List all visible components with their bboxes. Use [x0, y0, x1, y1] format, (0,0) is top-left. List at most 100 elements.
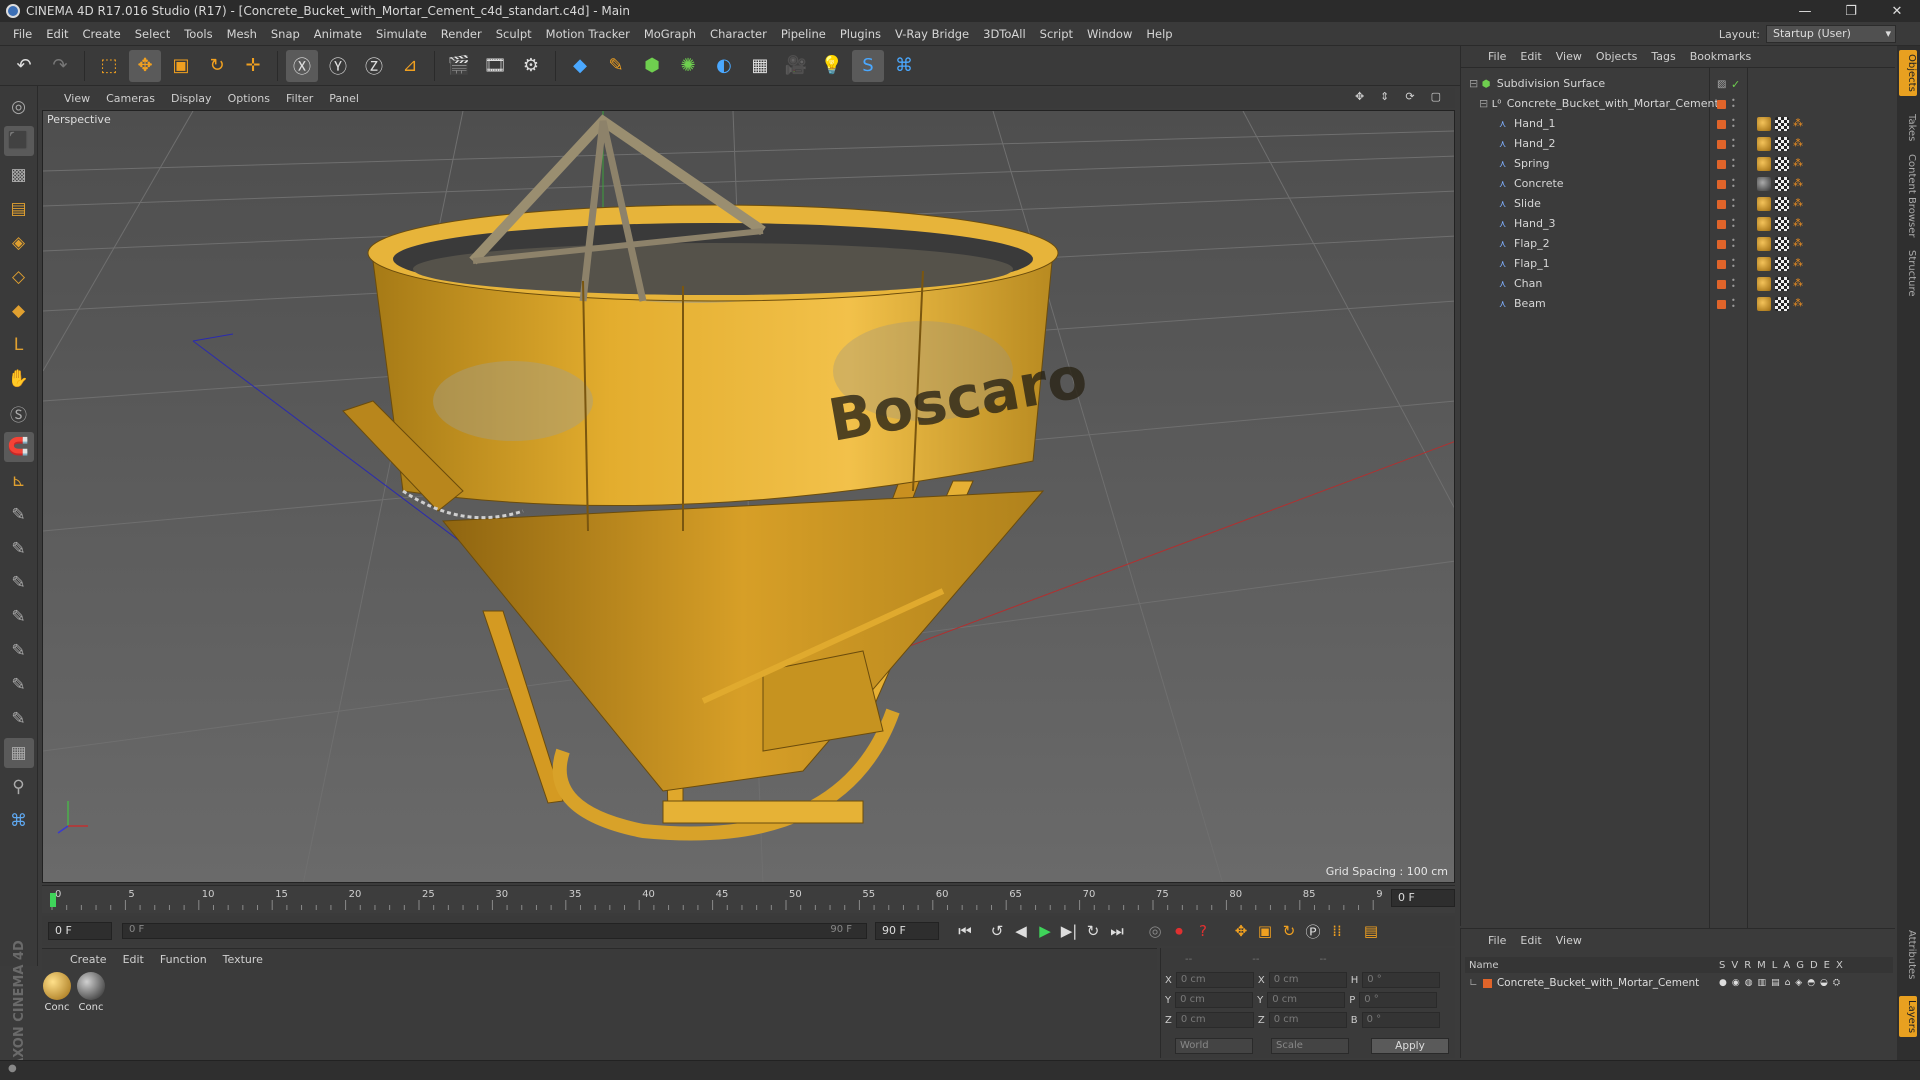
obj-menu-file[interactable]: File: [1481, 50, 1513, 63]
tab-layers[interactable]: Layers: [1899, 996, 1917, 1038]
axis-mode-icon[interactable]: L: [4, 330, 34, 360]
visibility-dots-icon[interactable]: • •: [1731, 277, 1736, 291]
tree-row-child[interactable]: ⋏ Beam • • ⁂: [1465, 294, 1895, 314]
menu-vray-bridge[interactable]: V-Ray Bridge: [888, 27, 976, 41]
material-menu-edit[interactable]: Edit: [115, 953, 152, 966]
material-tag-icon[interactable]: [1757, 217, 1771, 231]
uvw-tag-icon[interactable]: [1775, 257, 1789, 271]
workplane-lock-icon[interactable]: ⊾: [4, 466, 34, 496]
layer-color-icon[interactable]: [1717, 119, 1726, 129]
coordinate-system-icon[interactable]: ⊿: [394, 50, 426, 82]
floor-icon[interactable]: ▦: [744, 50, 776, 82]
record-keys-icon[interactable]: ◎: [1143, 919, 1167, 943]
viewport-menu-panel[interactable]: Panel: [323, 92, 365, 105]
undo-icon[interactable]: ↶: [8, 50, 40, 82]
autokey-icon[interactable]: ⏺: [1167, 919, 1191, 943]
size-z-field[interactable]: 0 cm: [1268, 1012, 1347, 1028]
uvw-tag-icon[interactable]: [1775, 117, 1789, 131]
material-menu-create[interactable]: Create: [62, 953, 115, 966]
uvw-tag-icon[interactable]: [1775, 217, 1789, 231]
y-axis-lock-icon[interactable]: Ⓨ: [322, 50, 354, 82]
layer-color-icon[interactable]: [1717, 219, 1726, 229]
scale-tool-icon[interactable]: ▣: [165, 50, 197, 82]
rotate-tool-icon[interactable]: ↻: [201, 50, 233, 82]
layer-menu-edit[interactable]: Edit: [1513, 934, 1548, 947]
viewport-menu-options[interactable]: Options: [222, 92, 276, 105]
preview-range-slider[interactable]: 0 F 90 F: [122, 923, 867, 939]
visibility-dots-icon[interactable]: • •: [1731, 177, 1736, 191]
viewport-menu-display[interactable]: Display: [165, 92, 218, 105]
obj-menu-bookmarks[interactable]: Bookmarks: [1683, 50, 1758, 63]
key-position-icon[interactable]: ✥: [1229, 919, 1253, 943]
uvw-tag-icon[interactable]: [1775, 277, 1789, 291]
tree-row-group[interactable]: ⊟ L⁰ Concrete_Bucket_with_Mortar_Cement •…: [1465, 94, 1895, 114]
material-tag-icon[interactable]: [1757, 197, 1771, 211]
material-menu-function[interactable]: Function: [152, 953, 215, 966]
render-picture-viewer-icon[interactable]: 🎞: [479, 50, 511, 82]
viewport-menu-filter[interactable]: Filter: [280, 92, 319, 105]
brush-tool-7-icon[interactable]: ✎: [4, 704, 34, 734]
menu-tools[interactable]: Tools: [177, 27, 219, 41]
camera-icon[interactable]: 🎥: [780, 50, 812, 82]
size-y-field[interactable]: 0 cm: [1267, 992, 1346, 1008]
obj-menu-view[interactable]: View: [1549, 50, 1589, 63]
material-tag-icon[interactable]: [1757, 297, 1771, 311]
menu-snap[interactable]: Snap: [264, 27, 307, 41]
visibility-dots-icon[interactable]: • •: [1731, 137, 1736, 151]
deformer-icon[interactable]: ◐: [708, 50, 740, 82]
menu-script[interactable]: Script: [1033, 27, 1080, 41]
brush-tool-4-icon[interactable]: ✎: [4, 602, 34, 632]
sketch-toon-icon[interactable]: S: [852, 49, 884, 82]
position-z-field[interactable]: 0 cm: [1175, 1012, 1254, 1028]
key-rotation-icon[interactable]: ↻: [1277, 919, 1301, 943]
phong-tag-icon[interactable]: ⁂: [1793, 197, 1807, 211]
play-icon[interactable]: ▶: [1033, 919, 1057, 943]
tab-structure[interactable]: Structure: [1899, 246, 1917, 301]
tree-row-child[interactable]: ⋏ Hand_2 • • ⁂: [1465, 134, 1895, 154]
model-mode-icon[interactable]: ⬛: [3, 126, 34, 156]
menu-select[interactable]: Select: [128, 27, 177, 41]
phong-tag-icon[interactable]: ⁂: [1793, 157, 1807, 171]
menu-3dtoall[interactable]: 3DToAll: [976, 27, 1033, 41]
go-to-end-icon[interactable]: ⏭: [1105, 919, 1129, 943]
start-frame-field[interactable]: 0 F: [48, 922, 112, 940]
key-scale-icon[interactable]: ▣: [1253, 919, 1277, 943]
python-script-icon[interactable]: ⌘: [4, 806, 34, 836]
brush-tool-1-icon[interactable]: ✎: [4, 500, 34, 530]
obj-menu-tags[interactable]: Tags: [1644, 50, 1682, 63]
layer-row[interactable]: ∟ Concrete_Bucket_with_Mortar_Cement ●◉◍…: [1465, 975, 1893, 991]
python-icon[interactable]: ⌘: [888, 50, 920, 82]
phong-tag-icon[interactable]: ⁂: [1793, 277, 1807, 291]
menu-mesh[interactable]: Mesh: [220, 27, 264, 41]
phong-tag-icon[interactable]: ⁂: [1793, 117, 1807, 131]
visibility-dots-icon[interactable]: • •: [1731, 157, 1736, 171]
brush-tool-3-icon[interactable]: ✎: [4, 568, 34, 598]
z-axis-lock-icon[interactable]: Ⓩ: [358, 50, 390, 82]
layer-col-e[interactable]: E: [1824, 960, 1830, 971]
subdivision-surface-icon[interactable]: ⬢: [636, 50, 668, 82]
position-y-field[interactable]: 0 cm: [1175, 992, 1254, 1008]
layer-color-icon[interactable]: [1717, 159, 1726, 169]
material-swatch[interactable]: Conc: [42, 972, 72, 1013]
key-pla-icon[interactable]: ⁞⁞: [1325, 919, 1349, 943]
obj-menu-edit[interactable]: Edit: [1513, 50, 1548, 63]
rotation-p-field[interactable]: 0 °: [1359, 992, 1438, 1008]
apply-button[interactable]: Apply: [1371, 1038, 1449, 1054]
tree-row-child[interactable]: ⋏ Flap_2 • • ⁂: [1465, 234, 1895, 254]
current-frame-field[interactable]: 0 F: [1391, 889, 1455, 907]
layer-color-icon[interactable]: [1717, 259, 1726, 269]
brush-tool-2-icon[interactable]: ✎: [4, 534, 34, 564]
go-to-start-icon[interactable]: ⏮: [953, 919, 977, 943]
visibility-dots-icon[interactable]: • •: [1731, 297, 1736, 311]
material-menu-texture[interactable]: Texture: [215, 953, 271, 966]
next-key-icon[interactable]: ↻: [1081, 919, 1105, 943]
visibility-dots-icon[interactable]: • •: [1731, 217, 1736, 231]
snap-icon[interactable]: 🧲: [3, 432, 34, 462]
make-editable-icon[interactable]: ◎: [4, 92, 34, 122]
layer-col-r[interactable]: R: [1744, 960, 1751, 971]
tree-row-child[interactable]: ⋏ Slide • • ⁂: [1465, 194, 1895, 214]
viewport-menu-view[interactable]: View: [58, 92, 96, 105]
menu-animate[interactable]: Animate: [307, 27, 369, 41]
cube-object-icon[interactable]: ◆: [564, 50, 596, 82]
brush-tool-6-icon[interactable]: ✎: [4, 670, 34, 700]
